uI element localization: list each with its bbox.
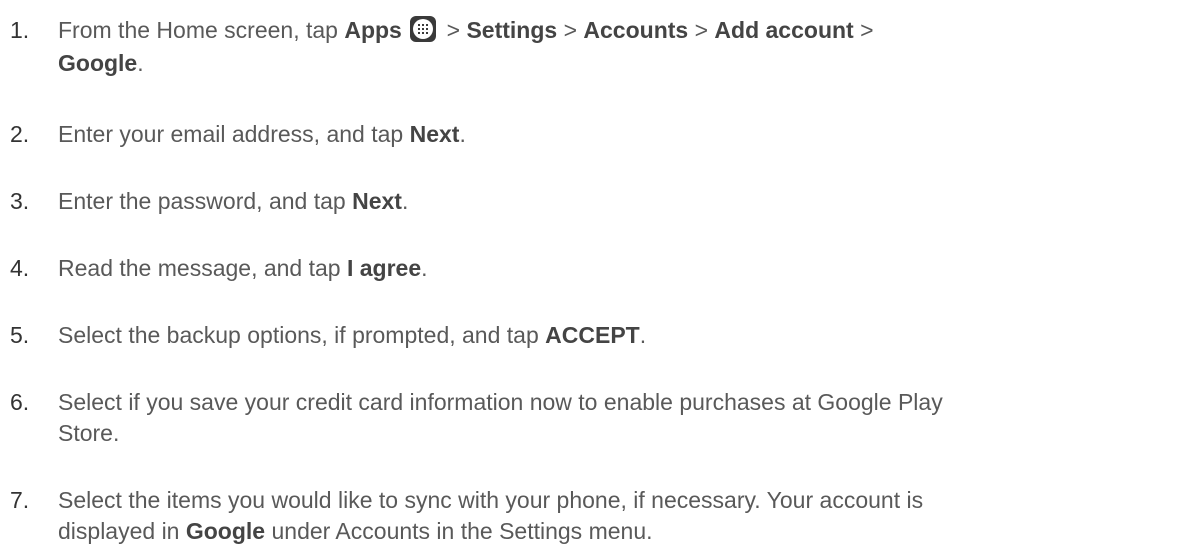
- google-label: Google: [185, 518, 266, 544]
- settings-label: Settings: [466, 17, 558, 43]
- step-text-part: Enter your email address, and tap: [58, 121, 410, 147]
- step-text: Select the backup options, if prompted, …: [58, 320, 1158, 351]
- step-text-part: From the Home screen, tap: [58, 17, 345, 43]
- step-text: Select if you save your credit card info…: [58, 389, 943, 415]
- step-text: Enter the password, and tap Next.: [58, 186, 1158, 217]
- step-text-continued: displayed in Google under Accounts in th…: [58, 516, 1158, 547]
- step-number: 7.: [10, 487, 30, 513]
- step-text-part: Read the message, and tap: [58, 255, 347, 281]
- next-label: Next: [409, 121, 460, 147]
- apps-grid-icon: [410, 16, 437, 42]
- step-text-continued: Google.: [58, 48, 1158, 79]
- step-text-part: Select the backup options, if prompted, …: [58, 322, 546, 348]
- step-text-part: Enter the password, and tap: [58, 188, 353, 214]
- step-text-part: >: [557, 17, 584, 43]
- step-number: 4.: [10, 255, 30, 281]
- step-text-part: >: [440, 17, 467, 43]
- step-text: Select the items you would like to sync …: [58, 487, 924, 513]
- step-text: Enter your email address, and tap Next.: [58, 119, 1158, 150]
- step-text-part: >: [688, 17, 715, 43]
- step-text-part: under Accounts in the Settings menu.: [265, 518, 653, 544]
- step-text-part: .: [401, 188, 409, 214]
- i-agree-label: I agree: [346, 255, 422, 281]
- step-text-part: .: [639, 322, 647, 348]
- accept-label: ACCEPT: [545, 322, 640, 348]
- step-text-part: .: [137, 50, 144, 76]
- step-text-part: >: [853, 17, 874, 43]
- instruction-steps: 1. From the Home screen, tap Apps > Sett…: [0, 0, 1196, 553]
- add-account-label: Add account: [714, 17, 854, 43]
- step-text-part: displayed in: [58, 518, 186, 544]
- step-text-continued: Store.: [58, 420, 120, 446]
- step-text: Read the message, and tap I agree.: [58, 253, 1158, 284]
- step-number: 3.: [10, 188, 30, 214]
- accounts-label: Accounts: [583, 17, 689, 43]
- step-number: 6.: [10, 389, 30, 415]
- step-number: 5.: [10, 322, 30, 348]
- step-text-part: .: [421, 255, 428, 281]
- step-number: 2.: [10, 121, 30, 147]
- step-text-part: .: [459, 121, 466, 147]
- apps-label: Apps: [344, 17, 402, 43]
- next-label: Next: [352, 188, 402, 214]
- step-number: 1.: [10, 17, 30, 43]
- google-label: Google: [58, 50, 138, 76]
- step-text: From the Home screen, tap Apps > Setting…: [58, 15, 1158, 46]
